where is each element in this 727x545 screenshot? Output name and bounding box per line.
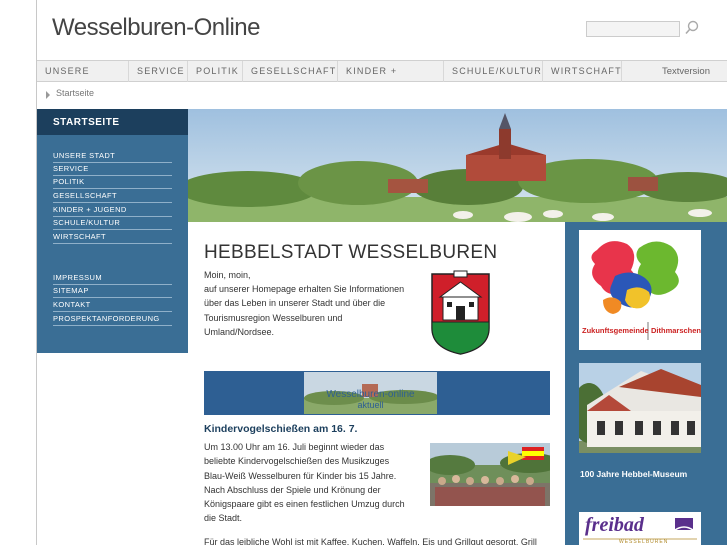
page-frame: Wesselburen-Online UNSERE STADT SERVICE … bbox=[36, 0, 727, 545]
news-line: Um 13.00 Uhr am 16. Juli beginnt wieder … bbox=[204, 442, 385, 452]
dithmarschen-text: Dithmarschen bbox=[651, 326, 701, 335]
breadcrumb-arrow-icon bbox=[46, 91, 50, 99]
intro-line: Moin, moin, bbox=[204, 270, 251, 280]
intro-text: Moin, moin, auf unserer Homepage erhalte… bbox=[204, 268, 419, 339]
news-continuation: Für das leibliche Wohl ist mit Kaffee, K… bbox=[204, 537, 537, 545]
zukunftsgemeinde-logo[interactable]: Zukunftsgemeinde Dithmarschen bbox=[579, 230, 701, 350]
breadcrumb: Startseite bbox=[37, 82, 727, 109]
news-line: beliebte Kindervogelschießen des Musikzu… bbox=[204, 456, 390, 467]
sidebar-item-sitemap[interactable]: SITEMAP bbox=[53, 285, 172, 298]
topnav-item-kinder-jugend[interactable]: KINDER + JUGEND bbox=[338, 61, 444, 97]
sidebar: STARTSEITE UNSERE STADT SERVICE POLITIK … bbox=[37, 109, 188, 353]
sidebar-item-impressum[interactable]: IMPRESSUM bbox=[53, 272, 172, 285]
header: Wesselburen-Online bbox=[37, 0, 727, 60]
hero-image bbox=[188, 109, 727, 222]
intro-line: Umland/Nordsee. bbox=[204, 326, 275, 337]
aktuell-banner-subtitle: aktuell bbox=[357, 400, 384, 410]
textversion-link[interactable]: Textversion bbox=[662, 61, 710, 82]
page-title: HEBBELSTADT WESSELBUREN bbox=[204, 242, 498, 263]
right-column: Zukunftsgemeinde Dithmarschen 100 Jahre … bbox=[565, 222, 727, 545]
search-icon[interactable] bbox=[683, 19, 701, 37]
zukunftsgemeinde-text: Zukunftsgemeinde bbox=[582, 326, 649, 335]
news-line: Blau-Weiß Wesselburen für Kinder bis 15 … bbox=[204, 470, 397, 481]
hebbel-museum-photo[interactable] bbox=[579, 363, 701, 453]
news-heading[interactable]: Kindervogelschießen am 16. 7. bbox=[204, 423, 357, 435]
topnav-item-service[interactable]: SERVICE bbox=[129, 61, 188, 82]
topnav-item-gesellschaft[interactable]: GESELLSCHAFT bbox=[243, 61, 338, 82]
search-input[interactable] bbox=[586, 21, 680, 37]
hebbel-museum-caption[interactable]: 100 Jahre Hebbel-Museum bbox=[580, 469, 687, 479]
sidebar-heading: STARTSEITE bbox=[37, 109, 188, 135]
sidebar-item-gesellschaft[interactable]: GESELLSCHAFT bbox=[53, 190, 172, 203]
news-text: Um 13.00 Uhr am 16. Juli beginnt wieder … bbox=[204, 440, 426, 526]
topnav-item-unsere-stadt[interactable]: UNSERE STADT bbox=[37, 61, 129, 97]
sidebar-item-wirtschaft[interactable]: WIRTSCHAFT bbox=[53, 231, 172, 244]
freibad-logo-text: freibad bbox=[585, 514, 644, 536]
hero-landscape-image bbox=[188, 109, 727, 222]
aktuell-banner-title: Wesselburen-online bbox=[326, 389, 415, 400]
aktuell-banner-image: Wesselburen-online aktuell bbox=[304, 372, 437, 414]
sidebar-item-kontakt[interactable]: KONTAKT bbox=[53, 299, 172, 312]
intro-line: auf unserer Homepage erhalten Sie Inform… bbox=[204, 284, 405, 295]
news-line: Königspaare gibt es einen festlichen Umz… bbox=[204, 499, 405, 510]
sidebar-item-politik[interactable]: POLITIK bbox=[53, 176, 172, 189]
sidebar-item-prospektanforderung[interactable]: PROSPEKTANFORDERUNG bbox=[53, 313, 172, 326]
news-photo bbox=[430, 443, 550, 506]
freibad-logo-subtext: WESSELBUREN bbox=[619, 539, 669, 545]
breadcrumb-current[interactable]: Startseite bbox=[56, 88, 94, 98]
topnav-item-schule-kultur[interactable]: SCHULE/KULTUR bbox=[444, 61, 543, 82]
intro-line: Tourismusregion Wesselburen und bbox=[204, 312, 343, 323]
coat-of-arms-image bbox=[431, 270, 490, 355]
news-line: Nach Abschluss der Spiele und Krönung de… bbox=[204, 484, 381, 495]
topnav-item-wirtschaft[interactable]: WIRTSCHAFT bbox=[543, 61, 622, 82]
top-navigation: UNSERE STADT SERVICE POLITIK GESELLSCHAF… bbox=[37, 60, 727, 97]
news-line: die Stadt. bbox=[204, 513, 243, 524]
intro-line: über das Leben in unserer Stadt und über… bbox=[204, 298, 386, 309]
sidebar-item-kinder-jugend[interactable]: KINDER + JUGEND bbox=[53, 204, 172, 217]
aktuell-banner[interactable]: Wesselburen-online aktuell bbox=[204, 371, 550, 415]
topnav-item-politik[interactable]: POLITIK bbox=[188, 61, 243, 82]
sidebar-item-unsere-stadt[interactable]: UNSERE STADT bbox=[53, 150, 172, 163]
site-title[interactable]: Wesselburen-Online bbox=[52, 14, 261, 42]
sidebar-item-schule-kultur[interactable]: SCHULE/KULTUR bbox=[53, 217, 172, 230]
sidebar-item-service[interactable]: SERVICE bbox=[53, 163, 172, 176]
freibad-logo[interactable]: freibad WESSELBUREN bbox=[579, 512, 701, 545]
